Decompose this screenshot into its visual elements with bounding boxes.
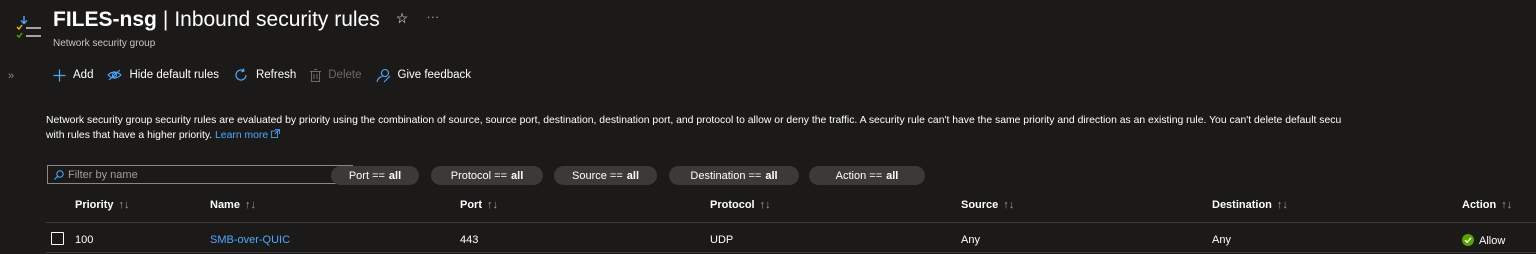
more-options-icon[interactable]: ··· xyxy=(426,9,439,24)
refresh-label: Refresh xyxy=(255,69,297,81)
refresh-button[interactable]: Refresh xyxy=(233,67,296,83)
title-separator: | xyxy=(162,8,169,31)
sort-arrows-icon: ↑↓ xyxy=(759,199,771,211)
column-header-port[interactable]: Port ↑↓ xyxy=(460,199,498,211)
description-line-2-text: with rules that have a higher priority. xyxy=(46,130,213,141)
filter-pill-source-value: all xyxy=(626,169,639,182)
give-feedback-button[interactable]: Give feedback xyxy=(375,68,472,83)
add-button[interactable]: Add xyxy=(53,69,93,82)
sort-arrows-icon: ↑↓ xyxy=(118,199,130,211)
cell-priority: 100 xyxy=(75,234,94,246)
filter-pill-action[interactable]: Action == all xyxy=(809,166,925,185)
column-header-source[interactable]: Source ↑↓ xyxy=(961,199,1014,211)
cell-destination: Any xyxy=(1212,234,1231,246)
cell-name-link[interactable]: SMB-over-QUIC xyxy=(210,234,290,246)
filter-pill-port-value: all xyxy=(388,169,402,182)
filter-pill-protocol-value: all xyxy=(511,169,524,182)
resource-name: FILES-nsg xyxy=(53,8,157,31)
left-sidebar xyxy=(0,58,26,254)
description-line-1: Network security group security rules ar… xyxy=(46,115,1342,126)
filter-pill-protocol-label: Protocol == xyxy=(450,169,508,182)
plus-icon xyxy=(53,69,66,82)
description-text: Network security group security rules ar… xyxy=(46,113,1536,143)
sort-arrows-icon: ↑↓ xyxy=(244,199,256,211)
command-bar: Add Hide default rules Refresh Delete Gi… xyxy=(53,66,485,84)
cell-port: 443 xyxy=(460,234,479,246)
column-header-protocol-label: Protocol xyxy=(710,199,755,211)
column-header-name-label: Name xyxy=(210,199,240,211)
nsg-rules-icon xyxy=(14,14,42,42)
filter-pill-port-label: Port == xyxy=(348,169,385,182)
expand-sidebar-icon[interactable]: » xyxy=(8,70,14,82)
hide-default-rules-button[interactable]: Hide default rules xyxy=(107,69,219,81)
hide-eye-icon xyxy=(107,69,123,81)
filter-by-name-input[interactable] xyxy=(68,168,328,181)
column-header-destination-label: Destination xyxy=(1212,199,1272,211)
add-label: Add xyxy=(73,69,94,81)
column-header-destination[interactable]: Destination ↑↓ xyxy=(1212,199,1288,211)
filter-pill-source-label: Source == xyxy=(572,169,623,182)
cell-action: Allow xyxy=(1462,234,1505,247)
feedback-icon xyxy=(375,68,391,83)
cell-action-label: Allow xyxy=(1479,235,1506,247)
column-header-action-label: Action xyxy=(1462,199,1497,211)
description-line-2: with rules that have a higher priority. … xyxy=(46,128,1536,143)
page-title: FILES-nsg | Inbound security rules ☆ ··· xyxy=(53,8,439,32)
sort-arrows-icon: ↑↓ xyxy=(487,199,498,211)
page-name: Inbound security rules xyxy=(174,8,380,31)
page-subtitle: Network security group xyxy=(53,38,156,49)
column-header-name[interactable]: Name ↑↓ xyxy=(210,199,256,211)
column-header-protocol[interactable]: Protocol ↑↓ xyxy=(710,199,771,211)
refresh-icon xyxy=(233,67,249,83)
learn-more-label: Learn more xyxy=(215,130,269,141)
row-divider xyxy=(46,252,1536,253)
delete-button[interactable]: Delete xyxy=(310,68,362,82)
filter-pill-destination-label: Destination == xyxy=(690,169,762,182)
filter-pill-action-label: Action == xyxy=(835,169,883,182)
give-feedback-label: Give feedback xyxy=(397,69,472,81)
filter-pill-source[interactable]: Source == all xyxy=(554,166,657,185)
filter-pill-protocol[interactable]: Protocol == all xyxy=(431,166,543,185)
header-divider xyxy=(46,222,1536,223)
hide-default-rules-label: Hide default rules xyxy=(129,69,219,81)
cell-source: Any xyxy=(961,234,980,246)
filter-pill-action-value: all xyxy=(886,169,899,182)
column-header-priority[interactable]: Priority ↑↓ xyxy=(75,199,130,211)
trash-icon xyxy=(310,68,322,82)
search-icon xyxy=(54,169,64,180)
column-header-priority-label: Priority xyxy=(75,199,114,211)
cell-protocol: UDP xyxy=(710,234,734,246)
delete-label: Delete xyxy=(328,69,362,81)
learn-more-link[interactable]: Learn more xyxy=(215,129,280,141)
filter-by-name-input-box[interactable] xyxy=(47,165,353,184)
filter-pill-destination-value: all xyxy=(765,169,778,182)
sort-arrows-icon: ↑↓ xyxy=(1003,199,1015,211)
filter-pill-destination[interactable]: Destination == all xyxy=(669,166,799,185)
column-header-action[interactable]: Action ↑↓ xyxy=(1462,199,1512,211)
favorite-star-icon[interactable]: ☆ xyxy=(396,10,409,26)
filter-pill-port[interactable]: Port == all xyxy=(331,166,419,185)
row-checkbox[interactable] xyxy=(51,232,64,245)
external-link-icon xyxy=(271,129,280,138)
column-header-port-label: Port xyxy=(460,199,482,211)
allow-check-icon xyxy=(1462,234,1474,246)
column-header-source-label: Source xyxy=(961,199,999,211)
sort-arrows-icon: ↑↓ xyxy=(1501,199,1513,211)
sort-arrows-icon: ↑↓ xyxy=(1276,199,1288,211)
